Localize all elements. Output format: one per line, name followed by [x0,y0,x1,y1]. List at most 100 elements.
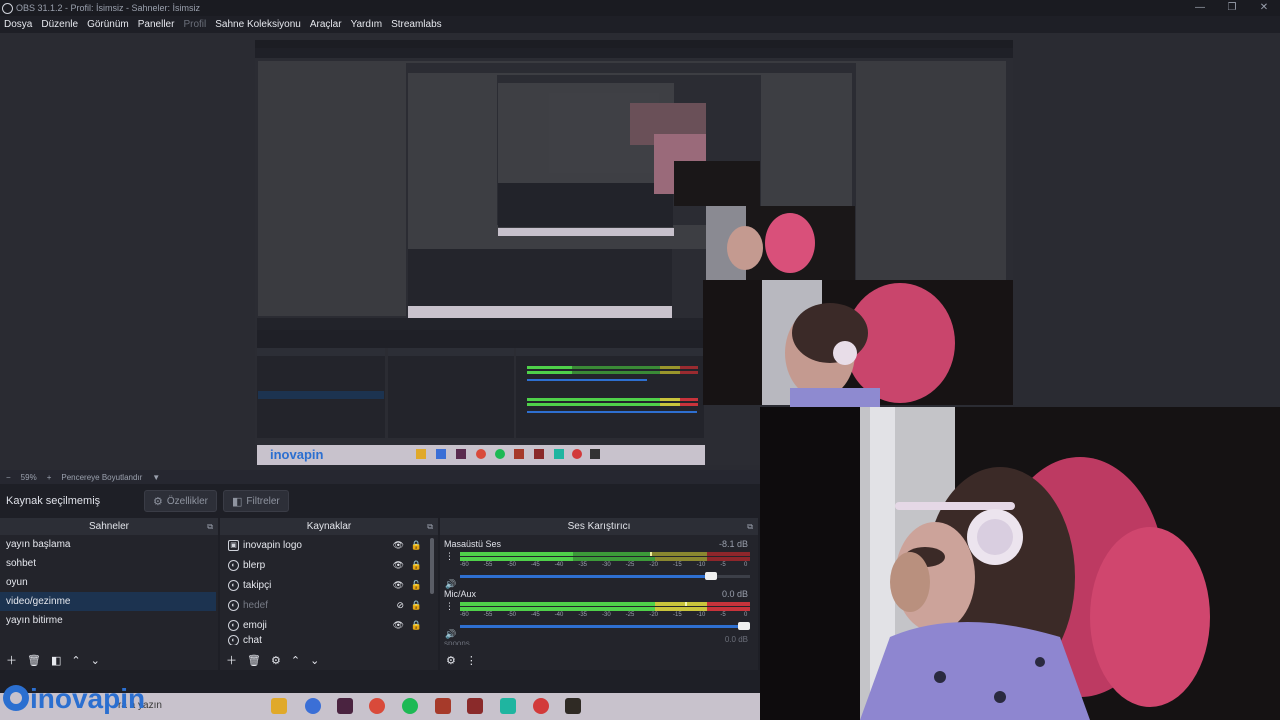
filters-label: Filtreler [246,495,280,507]
source-item[interactable]: ◐ blerp 👁 🔒 [220,555,438,575]
sources-header: Kaynaklar ⧉ [220,518,438,535]
kebab-menu-icon[interactable]: ⋮ [445,601,454,612]
scene-item[interactable]: sohbet [0,554,218,573]
game-icon[interactable] [565,698,581,714]
lock-icon[interactable]: 🔒 [411,540,422,551]
menu-view[interactable]: Görünüm [87,19,129,30]
scene-item-selected[interactable]: video/gezinme [0,592,216,611]
svg-text:inovapin: inovapin [270,447,324,462]
obs-logo-icon [2,2,13,14]
menu-file[interactable]: Dosya [4,19,32,30]
gear-icon[interactable]: ⚙ [271,654,281,667]
scenes-header: Sahneler ⧉ [0,518,218,535]
fit-to-window-button[interactable]: Pencereye Boyutlandır [61,473,142,482]
preview-canvas[interactable]: inovapin [0,33,1280,470]
lock-icon[interactable]: 🔒 [411,620,422,631]
maximize-button[interactable]: ❐ [1216,0,1248,16]
zoom-dropdown-icon[interactable]: ▼ [152,473,160,482]
menu-help[interactable]: Yardım [351,19,383,30]
menu-streamlabs[interactable]: Streamlabs [391,19,442,30]
unlock-icon[interactable]: 🔓 [411,580,422,591]
kebab-menu-icon[interactable]: ⋮ [445,551,454,562]
move-up-icon[interactable]: ⌃ [71,654,80,667]
scenes-toolbar: ＋ 🗑 ◧ ⌃ ⌄ [0,650,218,670]
eye-icon[interactable]: 👁 [393,560,404,571]
meter-tick-label: -40 [554,612,564,618]
undock-icon[interactable]: ⧉ [747,518,753,535]
lock-icon[interactable]: 🔒 [411,600,422,611]
sources-toolbar: ＋ 🗑 ⚙ ⌃ ⌄ [220,650,438,670]
scene-filters-icon[interactable]: ◧ [51,654,61,667]
game-icon[interactable] [467,698,483,714]
inovapin-logo: inovapin [0,676,150,720]
game-icon[interactable] [435,698,451,714]
recorder-icon[interactable] [533,698,549,714]
channel-db: -8.1 dB [718,539,748,549]
scene-item[interactable]: oyun [0,573,218,592]
undock-icon[interactable]: ⧉ [207,518,213,535]
volume-slider[interactable] [460,571,750,581]
sources-scrollbar[interactable] [430,538,434,594]
close-button[interactable]: ✕ [1248,0,1280,16]
mixer-channel: Mic/Aux 0.0 dB ⋮ -60 -55 -50 -45 -40 -35 -30 -2… [440,581,758,639]
menu-profile[interactable]: Profil [183,19,206,30]
lock-icon[interactable]: 🔒 [411,560,422,571]
browser-icon: ◐ [228,599,239,611]
obs-taskbar-icon[interactable] [305,698,321,714]
app-icon[interactable] [337,698,353,714]
eye-icon[interactable]: 👁 [393,540,404,551]
scene-item[interactable]: yayın bitirme [0,611,218,630]
move-down-icon[interactable]: ⌄ [310,654,319,667]
slider-handle[interactable] [738,622,750,630]
trash-icon[interactable]: 🗑 [247,654,261,667]
meter-tick-label: -55 [483,612,493,618]
meter-tick-label: -25 [625,612,635,618]
mixer-channel-partial: spoons 0.0 dB [440,635,758,645]
channel-name: Mic/Aux [444,589,477,599]
eye-icon[interactable]: 👁 [393,620,404,631]
app-icon[interactable] [500,698,516,714]
source-item-hidden[interactable]: ◐ hedef ⊘ 🔒 [220,595,438,615]
source-item[interactable]: ◐ emoji 👁 🔒 [220,615,438,635]
window-title: OBS 31.1.2 - Profil: İsimsiz - Sahneler:… [16,3,201,13]
trash-icon[interactable]: 🗑 [27,654,41,667]
slider-handle[interactable] [704,572,717,580]
meter-tick-label: 0 [744,562,748,568]
meter-tick-label: -20 [649,562,658,568]
mixer-settings-icon[interactable]: ⚙ [446,654,456,667]
zoom-out-button[interactable]: − [6,473,11,482]
menu-edit[interactable]: Düzenle [41,19,78,30]
eye-icon[interactable]: 👁 [393,580,404,591]
volume-slider[interactable] [460,621,750,631]
spotify-icon[interactable] [402,698,418,714]
menu-docks[interactable]: Paneller [138,19,175,30]
source-label: emoji [243,619,267,631]
scene-item[interactable]: yayın başlama [0,535,218,554]
source-item[interactable]: ◐ takipçi 👁 🔓 [220,575,438,595]
source-item[interactable]: ▣ inovapin logo 👁 🔒 [220,535,438,555]
menu-scene-collection[interactable]: Sahne Koleksiyonu [215,19,301,30]
recursive-preview-graphic: inovapin [255,40,1013,465]
menu-tools[interactable]: Araçlar [310,19,342,30]
eye-hidden-icon[interactable]: ⊘ [396,600,404,611]
minimize-button[interactable]: — [1184,0,1216,16]
source-label: chat [243,635,262,645]
kebab-menu-icon[interactable]: ⋮ [466,654,477,667]
meter-tick-label: -10 [696,612,706,618]
add-scene-icon[interactable]: ＋ [6,652,17,668]
preview-zoom-bar: − 59% + Pencereye Boyutlandır ▼ [0,470,760,484]
meter-tick-label: -35 [578,612,587,618]
zoom-in-button[interactable]: + [47,473,52,482]
source-item[interactable]: ◐ chat [220,635,438,645]
meter-tick-label: -30 [602,612,611,618]
properties-button[interactable]: ⚙ Özellikler [144,490,217,512]
meter-tick-label: -20 [649,612,658,618]
file-explorer-icon[interactable] [271,698,287,714]
undock-icon[interactable]: ⧉ [427,518,433,535]
move-up-icon[interactable]: ⌃ [291,654,300,667]
chrome-icon[interactable] [369,698,385,714]
filters-button[interactable]: ◧ Filtreler [223,490,289,512]
add-source-icon[interactable]: ＋ [226,652,237,668]
move-down-icon[interactable]: ⌄ [91,654,100,667]
browser-icon: ◐ [228,619,239,631]
